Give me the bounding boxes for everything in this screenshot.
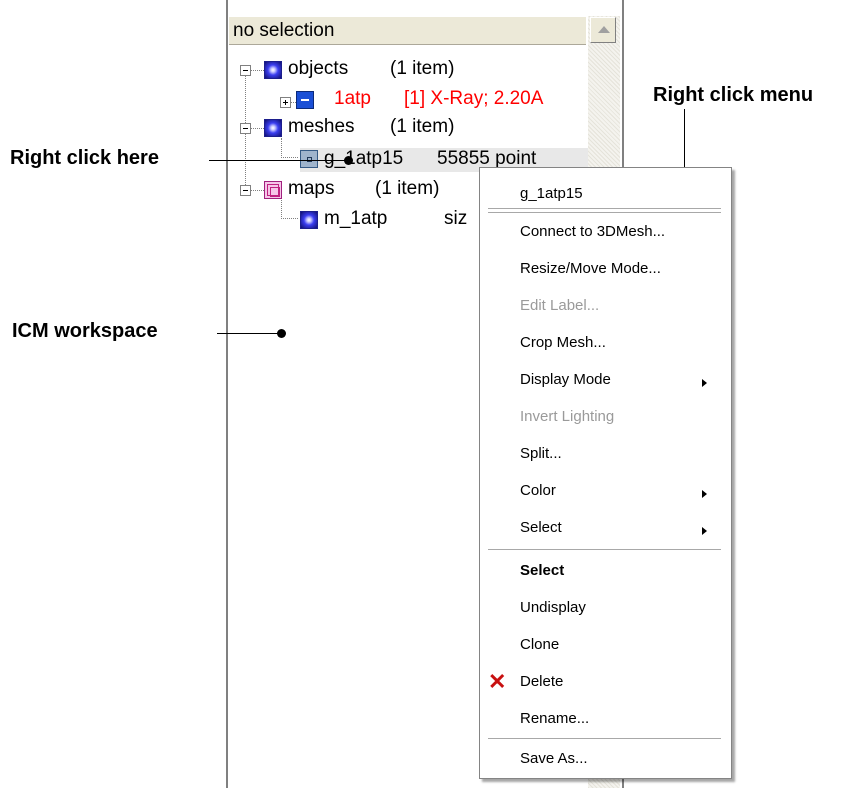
tree-objects-label[interactable]: objects [288,58,348,80]
annotation-icm-workspace: ICM workspace [12,320,158,342]
tree-branch-line [250,190,264,191]
menu-separator [488,208,721,209]
menu-separator [488,212,721,214]
menu-item-save-as[interactable]: Save As... [520,750,588,767]
context-menu: g_1atp15 Connect to 3DMesh... Resize/Mov… [479,167,732,779]
menu-separator [488,549,721,551]
tree-meshes-count: (1 item) [390,116,455,137]
menu-item-color[interactable]: Color [520,482,556,499]
sphere-icon [300,211,318,229]
tree-child-line [281,157,298,158]
map-icon [264,181,282,199]
menu-item-invert-lighting[interactable]: Invert Lighting [520,408,614,425]
annotation-pointer-dot [344,156,353,165]
annotation-pointer-line [209,160,348,161]
red-x-icon: ✕ [488,669,507,694]
tree-mesh-g1atp15-name[interactable]: g_1atp15 [324,148,403,170]
tree-maps-label[interactable]: maps [288,178,334,200]
menu-item-select[interactable]: Select [520,562,564,579]
annotation-pointer-line [217,333,281,334]
menu-item-split[interactable]: Split... [520,445,562,462]
tree-object-1atp-name[interactable]: 1atp [334,88,371,110]
submenu-arrow-icon [702,527,707,535]
tree-branch-line [250,70,264,71]
tree-child-line [281,218,298,219]
mesh-icon [300,150,318,168]
scroll-up-button[interactable] [590,17,616,43]
menu-item-display-mode[interactable]: Display Mode [520,371,611,388]
tree-child-line [281,200,282,219]
menu-item-undisplay[interactable]: Undisplay [520,599,586,616]
collapse-objects-toggle[interactable] [240,65,251,76]
sphere-icon [264,119,282,137]
menu-title: g_1atp15 [520,185,583,202]
menu-item-connect-3dmesh[interactable]: Connect to 3DMesh... [520,223,665,240]
tree-root-line [245,75,246,193]
submenu-arrow-icon [702,490,707,498]
sphere-icon [264,61,282,79]
submenu-arrow-icon [702,379,707,387]
workspace-left-border [226,0,228,788]
menu-separator [488,738,721,740]
menu-item-rename[interactable]: Rename... [520,710,589,727]
menu-item-clone[interactable]: Clone [520,636,559,653]
menu-item-delete[interactable]: Delete [520,673,563,690]
minus-square-icon [296,91,314,109]
collapse-maps-toggle[interactable] [240,185,251,196]
tree-branch-line [250,128,264,129]
menu-item-crop-mesh[interactable]: Crop Mesh... [520,334,606,351]
tree-map-m1atp-name[interactable]: m_1atp [324,208,387,230]
menu-item-resize-move[interactable]: Resize/Move Mode... [520,260,661,277]
tree-maps-count: (1 item) [375,178,440,199]
tree-meshes-label[interactable]: meshes [288,116,355,138]
annotation-pointer-dot [277,329,286,338]
menu-item-edit-label[interactable]: Edit Label... [520,297,599,314]
tree-objects-count: (1 item) [390,58,455,79]
tree-object-1atp-detail: [1] X-Ray; 2.20A [404,88,544,109]
tree-child-line [281,138,282,158]
expand-1atp-toggle[interactable] [280,97,291,108]
workspace-header-text: no selection [233,20,335,41]
tree-map-m1atp-detail: siz [444,208,468,229]
annotation-right-click-menu: Right click menu [653,84,814,106]
collapse-meshes-toggle[interactable] [240,123,251,134]
annotation-right-click-here: Right click here [10,147,159,169]
menu-item-select-submenu[interactable]: Select [520,519,562,536]
